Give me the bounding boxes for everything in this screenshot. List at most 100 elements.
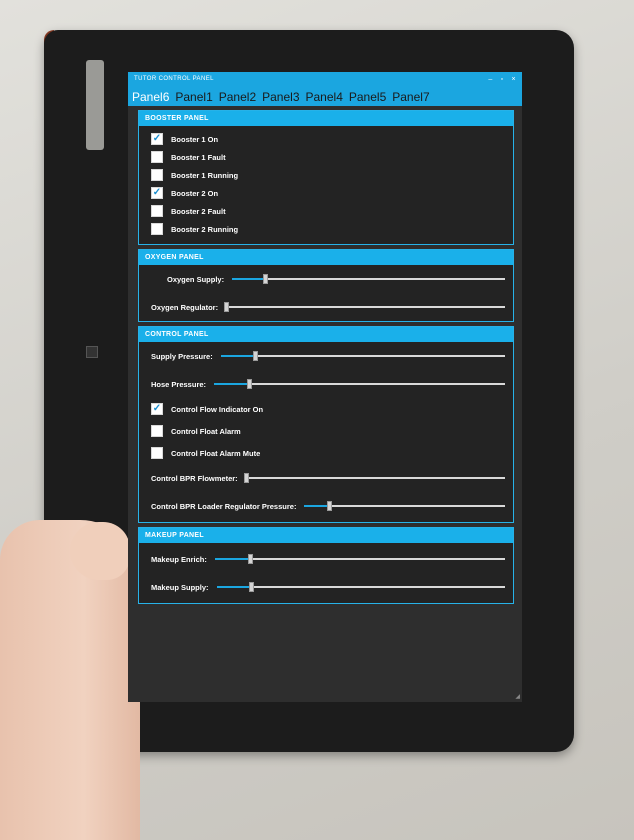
booster-2-fault-checkbox[interactable]: Booster 2 Fault: [151, 202, 505, 220]
hose-pressure-row: Hose Pressure:: [151, 370, 505, 398]
slider-fill: [216, 586, 252, 588]
bpr-loader-regulator-slider[interactable]: [304, 501, 505, 511]
slider-track: [232, 278, 505, 280]
booster-2-running-checkbox[interactable]: Booster 2 Running: [151, 220, 505, 238]
checkbox-label: Control Float Alarm: [171, 426, 241, 436]
slider-track: [214, 558, 505, 560]
tablet-hinge: [86, 60, 104, 150]
app-window: TUTOR CONTROL PANEL – ▫ × Panel6 Panel1 …: [128, 72, 522, 702]
slider-track: [226, 306, 505, 308]
supply-pressure-slider[interactable]: [220, 351, 505, 361]
check-icon[interactable]: ✓: [151, 403, 163, 415]
booster-1-fault-checkbox[interactable]: Booster 1 Fault: [151, 148, 505, 166]
slider-thumb[interactable]: [246, 379, 252, 389]
slider-label: Oxygen Regulator:: [151, 302, 219, 312]
window-controls: – ▫ ×: [488, 76, 516, 83]
checkbox-label: Booster 1 Fault: [171, 152, 226, 162]
slider-thumb[interactable]: [249, 582, 255, 592]
tab-panel7[interactable]: Panel7: [392, 90, 429, 104]
maximize-icon[interactable]: ▫: [501, 76, 504, 83]
hose-pressure-slider[interactable]: [214, 379, 505, 389]
checkbox-label: Booster 2 Running: [171, 224, 239, 234]
slider-track: [304, 505, 505, 507]
oxygen-regulator-slider[interactable]: [224, 302, 505, 312]
booster-panel: BOOSTER PANEL ✓ Booster 1 On Booster 1 F…: [138, 110, 514, 245]
slider-fill: [304, 505, 329, 507]
check-icon[interactable]: ✓: [151, 187, 163, 199]
checkbox-label: Booster 1 On: [171, 134, 219, 144]
checkbox-box[interactable]: [151, 205, 163, 217]
makeup-panel-title: MAKEUP PANEL: [139, 528, 513, 543]
window-title: TUTOR CONTROL PANEL: [134, 76, 214, 82]
booster-2-on-checkbox[interactable]: ✓ Booster 2 On: [151, 184, 505, 202]
oxygen-supply-row: Oxygen Supply:: [151, 265, 505, 293]
oxygen-regulator-row: Oxygen Regulator:: [151, 293, 505, 321]
tab-panel1[interactable]: Panel1: [175, 90, 212, 104]
bpr-flowmeter-row: Control BPR Flowmeter:: [151, 464, 505, 492]
makeup-enrich-row: Makeup Enrich:: [151, 545, 505, 573]
thumb: [70, 522, 130, 580]
resize-grip-icon[interactable]: ◢: [515, 693, 520, 700]
slider-thumb[interactable]: [326, 501, 332, 511]
slider-label: Control BPR Loader Regulator Pressure:: [151, 501, 297, 511]
tab-panel3[interactable]: Panel3: [262, 90, 299, 104]
checkbox-label: Booster 1 Running: [171, 170, 239, 180]
slider-thumb[interactable]: [224, 302, 230, 312]
check-icon[interactable]: ✓: [151, 133, 163, 145]
slider-track: [214, 383, 505, 385]
checkbox-box[interactable]: [151, 447, 163, 459]
tab-panel6[interactable]: Panel6: [132, 90, 169, 104]
makeup-panel: MAKEUP PANEL Makeup Enrich: Makeup Suppl…: [138, 527, 514, 604]
control-flow-indicator-checkbox[interactable]: ✓ Control Flow Indicator On: [151, 398, 505, 420]
control-panel-title: CONTROL PANEL: [139, 327, 513, 342]
checkbox-box[interactable]: [151, 151, 163, 163]
supply-pressure-row: Supply Pressure:: [151, 342, 505, 370]
checkbox-label: Control Float Alarm Mute: [171, 448, 261, 458]
oxygen-panel: OXYGEN PANEL Oxygen Supply: Oxygen Regul…: [138, 249, 514, 322]
checkbox-box[interactable]: [151, 169, 163, 181]
slider-fill: [220, 355, 255, 357]
bpr-flowmeter-slider[interactable]: [243, 473, 505, 483]
slider-thumb[interactable]: [247, 554, 253, 564]
checkbox-box[interactable]: [151, 223, 163, 235]
slider-track: [245, 477, 505, 479]
makeup-supply-row: Makeup Supply:: [151, 573, 505, 601]
slider-thumb[interactable]: [262, 274, 268, 284]
slider-fill: [214, 558, 250, 560]
control-float-alarm-checkbox[interactable]: Control Float Alarm: [151, 420, 505, 442]
title-bar: TUTOR CONTROL PANEL – ▫ ×: [128, 72, 522, 86]
bpr-loader-row: Control BPR Loader Regulator Pressure:: [151, 492, 505, 520]
booster-panel-title: BOOSTER PANEL: [139, 111, 513, 126]
tab-panel4[interactable]: Panel4: [306, 90, 343, 104]
close-icon[interactable]: ×: [512, 76, 517, 83]
oxygen-supply-slider[interactable]: [232, 274, 505, 284]
booster-1-running-checkbox[interactable]: Booster 1 Running: [151, 166, 505, 184]
slider-thumb[interactable]: [243, 473, 249, 483]
control-float-alarm-mute-checkbox[interactable]: Control Float Alarm Mute: [151, 442, 505, 464]
tab-panel2[interactable]: Panel2: [219, 90, 256, 104]
minimize-icon[interactable]: –: [488, 76, 492, 83]
slider-label: Supply Pressure:: [151, 351, 213, 361]
slider-label: Control BPR Flowmeter:: [151, 473, 238, 483]
slider-track: [220, 355, 505, 357]
makeup-supply-slider[interactable]: [216, 582, 505, 592]
windows-button[interactable]: [86, 346, 98, 358]
checkbox-label: Control Flow Indicator On: [171, 404, 264, 414]
makeup-enrich-slider[interactable]: [214, 554, 505, 564]
slider-label: Oxygen Supply:: [167, 274, 225, 284]
slider-label: Hose Pressure:: [151, 379, 207, 389]
checkbox-label: Booster 2 On: [171, 188, 219, 198]
slider-thumb[interactable]: [252, 351, 258, 361]
slider-fill: [232, 278, 265, 280]
booster-1-on-checkbox[interactable]: ✓ Booster 1 On: [151, 130, 505, 148]
tab-panel5[interactable]: Panel5: [349, 90, 386, 104]
oxygen-panel-title: OXYGEN PANEL: [139, 250, 513, 265]
tab-strip: Panel6 Panel1 Panel2 Panel3 Panel4 Panel…: [128, 86, 522, 106]
slider-fill: [214, 383, 249, 385]
control-panel: CONTROL PANEL Supply Pressure: Hose Pres…: [138, 326, 514, 523]
checkbox-label: Booster 2 Fault: [171, 206, 226, 216]
checkbox-box[interactable]: [151, 425, 163, 437]
slider-label: Makeup Enrich:: [151, 554, 207, 564]
slider-label: Makeup Supply:: [151, 582, 209, 592]
slider-track: [216, 586, 505, 588]
